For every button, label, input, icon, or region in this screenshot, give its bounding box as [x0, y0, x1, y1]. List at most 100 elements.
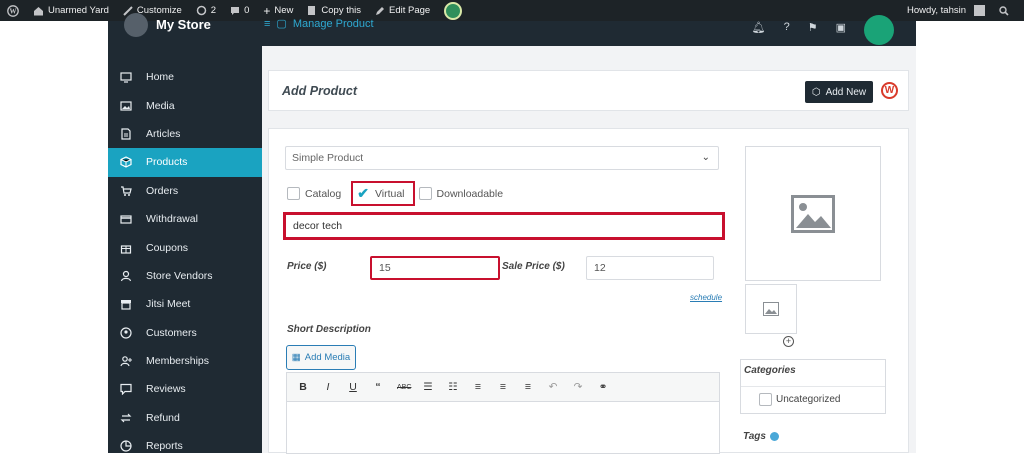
underline-icon[interactable]: U: [347, 381, 359, 393]
align-left-icon[interactable]: ≡: [472, 381, 484, 393]
copy-icon: [308, 6, 316, 15]
store-top-nav: My Store ≡ ▢ Manage Product 🔔︎ ? ⚑ ▣: [108, 13, 916, 46]
bullet-list-icon[interactable]: ☰: [422, 381, 434, 393]
strikethrough-icon[interactable]: ABC: [397, 384, 411, 391]
edit-page-link[interactable]: Edit Page: [368, 0, 437, 21]
cube-icon: ⬡: [811, 86, 821, 98]
sidebar-item-products[interactable]: Products: [108, 148, 262, 177]
sidebar-item-withdrawal[interactable]: Withdrawal: [108, 205, 262, 233]
updates-count: 2: [210, 5, 217, 16]
downloadable-checkbox[interactable]: [418, 187, 432, 200]
sidebar-item-label: Orders: [146, 184, 179, 197]
sidebar: Home Media Articles Products Orders With…: [108, 46, 262, 453]
sidebar-item-label: Refund: [146, 411, 180, 424]
new-label: New: [274, 5, 294, 16]
categories-title: Categories: [744, 365, 796, 376]
add-gallery-icon[interactable]: +: [783, 336, 794, 347]
featured-image-placeholder[interactable]: [745, 146, 881, 281]
svg-text:W: W: [10, 7, 17, 15]
cart-icon: [121, 186, 132, 196]
sidebar-item-memberships[interactable]: Memberships: [108, 347, 262, 375]
product-type-value: Simple Product: [292, 152, 364, 164]
tags-label: Tags: [743, 431, 779, 442]
comments-link[interactable]: 0: [223, 0, 256, 21]
sidebar-item-jitsi-meet[interactable]: Jitsi Meet: [108, 290, 262, 318]
plugin-badge-icon[interactable]: [437, 0, 469, 21]
sidebar-item-label: Home: [146, 71, 175, 84]
comment-icon: [231, 6, 240, 15]
product-type-select[interactable]: Simple Product ⌄: [285, 146, 719, 170]
schedule-link[interactable]: schedule: [690, 293, 722, 302]
sidebar-item-refund[interactable]: Refund: [108, 404, 262, 432]
sidebar-item-coupons[interactable]: Coupons: [108, 233, 262, 261]
bold-icon[interactable]: B: [297, 381, 309, 393]
sidebar-item-label: Products: [146, 156, 188, 169]
sidebar-item-media[interactable]: Media: [108, 91, 262, 119]
add-media-button[interactable]: ▦ Add Media: [286, 345, 356, 370]
box-icon: ▢: [276, 18, 287, 30]
quote-icon[interactable]: “: [372, 381, 384, 393]
align-right-icon[interactable]: ≡: [522, 381, 534, 393]
sidebar-item-customers[interactable]: Customers: [108, 319, 262, 347]
category-checkbox[interactable]: [759, 393, 772, 406]
help-icon[interactable]: ?: [784, 21, 790, 34]
short-description-editor[interactable]: [286, 402, 720, 454]
sidebar-item-label: Withdrawal: [146, 213, 198, 226]
sale-price-field[interactable]: 12: [586, 256, 714, 280]
page-margin-left: [0, 21, 108, 453]
help-icon[interactable]: [769, 432, 779, 441]
wordpress-icon[interactable]: W: [881, 82, 898, 99]
align-center-icon[interactable]: ≡: [497, 381, 509, 393]
product-options: Catalog ✔ Virtual Downloadable: [287, 181, 513, 206]
category-item[interactable]: Uncategorized: [759, 393, 840, 406]
page-header: Add Product ⬡ Add New W: [268, 70, 909, 111]
avatar: [974, 5, 985, 16]
tags-text: Tags: [743, 431, 766, 442]
sidebar-item-reports[interactable]: Reports: [108, 432, 262, 460]
comments-count: 0: [244, 5, 250, 16]
sidebar-item-reviews[interactable]: Reviews: [108, 375, 262, 403]
product-name-field[interactable]: decor tech: [283, 212, 725, 240]
sale-price-label: Sale Price ($): [502, 261, 565, 272]
sidebar-item-label: Articles: [146, 127, 181, 140]
pencil-icon: [376, 6, 385, 15]
catalog-label: Catalog: [305, 187, 342, 200]
link-icon[interactable]: ⚭: [597, 381, 609, 393]
user-avatar[interactable]: [864, 15, 894, 45]
wordpress-logo-icon[interactable]: W: [0, 0, 26, 21]
editor-toolbar: B I U “ ABC ☰ ☷ ≡ ≡ ≡ ↶ ↷ ⚭: [286, 372, 720, 402]
sidebar-item-label: Store Vendors: [146, 269, 213, 282]
store-title[interactable]: My Store: [156, 17, 211, 32]
sidebar-item-articles[interactable]: Articles: [108, 120, 262, 148]
bell-icon[interactable]: 🔔︎: [752, 21, 766, 34]
add-new-button[interactable]: ⬡ Add New: [805, 81, 873, 103]
redo-icon[interactable]: ↷: [572, 381, 584, 393]
price-label: Price ($): [287, 261, 327, 272]
sidebar-item-label: Media: [146, 99, 175, 112]
sidebar-item-home[interactable]: Home: [108, 63, 262, 91]
virtual-checkbox[interactable]: ✔: [357, 185, 369, 202]
image-icon: [120, 100, 132, 111]
refund-icon: [120, 413, 132, 423]
account-menu[interactable]: Howdy, tahsin: [900, 0, 992, 21]
box-icon[interactable]: ▣: [836, 21, 846, 34]
search-icon[interactable]: [992, 0, 1016, 21]
megaphone-icon[interactable]: ⚑: [808, 21, 818, 34]
sidebar-item-orders[interactable]: Orders: [108, 177, 262, 205]
page-title: Add Product: [282, 84, 357, 98]
sidebar-item-store-vendors[interactable]: Store Vendors: [108, 262, 262, 290]
price-field[interactable]: 15: [370, 256, 500, 280]
site-name-link[interactable]: Unarmed Yard: [26, 0, 116, 21]
media-icon: ▦: [291, 352, 301, 363]
gallery-image-placeholder[interactable]: [745, 284, 797, 334]
categories-panel: Categories Uncategorized: [740, 359, 886, 414]
manage-product-link[interactable]: ≡ ▢ Manage Product: [264, 17, 374, 31]
customize-label: Customize: [136, 5, 182, 16]
sale-price-value: 12: [594, 262, 606, 274]
undo-icon[interactable]: ↶: [547, 381, 559, 393]
store-logo[interactable]: [124, 13, 148, 37]
numbered-list-icon[interactable]: ☷: [447, 381, 459, 393]
main-content: Add Product ⬡ Add New W Simple Product ⌄…: [262, 46, 916, 454]
italic-icon[interactable]: I: [322, 381, 334, 393]
catalog-checkbox[interactable]: [287, 187, 300, 200]
